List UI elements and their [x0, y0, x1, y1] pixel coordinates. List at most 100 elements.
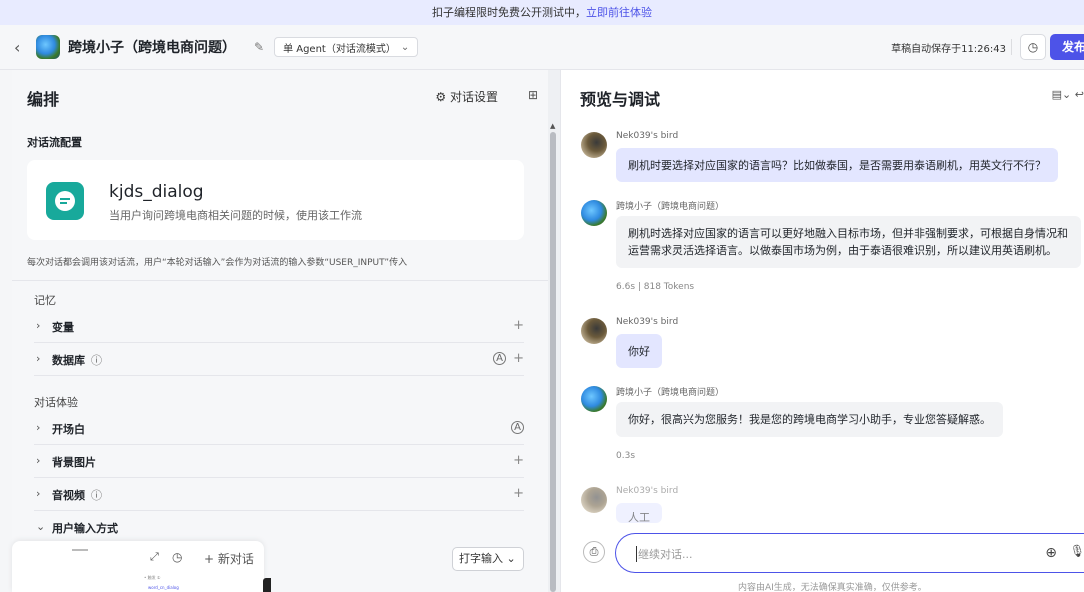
- plus-icon[interactable]: +: [513, 486, 524, 501]
- experience-item-opening[interactable]: › 开场白 A: [34, 413, 524, 445]
- message-line: 运营需求灵活选择语言。以做泰国市场为例，由于泰语很难识别，所以建议用英语刷机。: [628, 244, 1057, 257]
- chat-input-placeholder: 继续对话...: [636, 546, 693, 562]
- bot-avatar: [581, 200, 607, 226]
- input-mode-select[interactable]: 打字输入 ⌄: [452, 547, 524, 571]
- memory-item-database[interactable]: › 数据库 ⓘ A +: [34, 344, 524, 376]
- scrollbar[interactable]: ▲: [548, 70, 560, 592]
- expand-icon[interactable]: ⤢: [150, 550, 159, 564]
- panel-title: 编排: [27, 90, 60, 109]
- chevron-right-icon: ›: [36, 487, 41, 500]
- experience-item-label: 背景图片: [52, 456, 96, 469]
- mini-text: word_cn_dialog: [148, 585, 179, 590]
- bot-avatar: [581, 386, 607, 412]
- agent-mode-label: 单 Agent（对话流模式）: [283, 43, 396, 55]
- memory-item-label: 变量: [52, 321, 74, 334]
- memory-group-title: 记忆: [34, 294, 56, 307]
- workflow-desc: 当用户询问跨境电商相关问题的时候，使用该工作流: [109, 209, 362, 222]
- message-meta: 6.6s | 818 Tokens: [616, 282, 695, 292]
- agent-mode-select[interactable]: 单 Agent（对话流模式） ⌄: [274, 37, 419, 57]
- input-mode-value: 打字输入: [459, 552, 503, 565]
- experience-item-label: 开场白: [52, 423, 85, 436]
- top-banner: 扣子编程限时免费公开测试中，立即前往体验: [0, 0, 1084, 25]
- chevron-left-icon[interactable]: ‹: [14, 38, 32, 57]
- workflow-note: 每次对话都会调用该对话流，用户“本轮对话输入”会作为对话流的输入参数“USER_…: [27, 258, 408, 268]
- message-author: Nek039's bird: [616, 131, 679, 141]
- message-line: 刷机时选择对应国家的语言可以更好地融入目标市场，但并非强制要求，可根据自身情况和: [628, 227, 1068, 240]
- plus-icon[interactable]: +: [513, 351, 524, 366]
- message-author: 跨境小子（跨境电商问题）: [616, 388, 725, 398]
- chevron-right-icon: ›: [36, 454, 41, 467]
- workflow-name: kjds_dialog: [109, 182, 204, 202]
- experience-group-title: 对话体验: [34, 396, 78, 409]
- auto-icon[interactable]: A: [511, 421, 524, 434]
- edit-icon[interactable]: ✎: [254, 40, 264, 54]
- grid-icon[interactable]: ⊞: [528, 88, 538, 102]
- save-status: 草稿自动保存于11:26:43: [891, 44, 1006, 55]
- preview-tools[interactable]: ▤⌄ ↩: [1052, 88, 1084, 101]
- user-avatar: [581, 487, 607, 513]
- layout-icon[interactable]: ▤⌄: [1052, 88, 1072, 101]
- message-author: 跨境小子（跨境电商问题）: [616, 202, 725, 212]
- floating-chat-panel: ⤢ ◷ + 新对话 • 触发 ① word_cn_dialog: [12, 541, 264, 592]
- divider: [12, 280, 548, 281]
- message-bubble: 你好，很高兴为您服务！我是您的跨境电商学习小助手，专业您答疑解惑。: [616, 402, 1003, 437]
- history-icon: ◷: [1027, 40, 1039, 54]
- experience-item-text: 音视频: [52, 489, 85, 502]
- chevron-down-icon: ⌄: [400, 41, 410, 53]
- orchestration-panel: 编排 ⚙ 对话设置 ⊞ 对话流配置 kjds_dialog 当用户询问跨境电商相…: [12, 70, 548, 592]
- info-icon: ⓘ: [91, 489, 102, 502]
- chevron-right-icon: ›: [36, 319, 41, 332]
- dialog-settings-button[interactable]: ⚙ 对话设置: [435, 88, 498, 105]
- experience-item-av[interactable]: › 音视频 ⓘ +: [34, 479, 524, 511]
- clock-icon[interactable]: ◷: [172, 550, 182, 564]
- attachment-icon[interactable]: ⎙: [583, 541, 605, 563]
- user-avatar: [581, 132, 607, 158]
- experience-item-input-mode[interactable]: ⌄ 用户输入方式: [34, 512, 524, 544]
- workflow-section-title: 对话流配置: [27, 136, 82, 149]
- chevron-right-icon: ›: [36, 421, 41, 434]
- overlay-fragment: [263, 578, 271, 592]
- user-avatar: [581, 318, 607, 344]
- add-icon[interactable]: ⊕: [1045, 545, 1057, 561]
- memory-item-label: 数据库 ⓘ: [52, 352, 102, 368]
- divider: [1011, 39, 1012, 55]
- link-icon[interactable]: ↩: [1075, 88, 1084, 101]
- banner-text: 扣子编程限时免费公开测试中，: [432, 6, 586, 19]
- chevron-down-icon: ⌄: [506, 552, 516, 565]
- chevron-right-icon: ›: [36, 352, 41, 365]
- app-header: ‹ 跨境小子（跨境电商问题） ✎ 单 Agent（对话流模式） ⌄ 草稿自动保存…: [0, 25, 1084, 70]
- message-author: Nek039's bird: [616, 317, 679, 327]
- banner-link[interactable]: 立即前往体验: [586, 6, 652, 19]
- microphone-icon[interactable]: 🎙: [1070, 544, 1084, 558]
- chevron-down-icon: ⌄: [36, 520, 46, 533]
- preview-panel: 预览与调试 ▤⌄ ↩ Nek039's bird 刷机时要选择对应国家的语言吗？…: [560, 70, 1084, 592]
- scroll-up-icon[interactable]: ▲: [550, 122, 555, 130]
- chat-input[interactable]: 继续对话... ⊕ 🎙: [615, 533, 1084, 573]
- plus-icon[interactable]: +: [513, 453, 524, 468]
- publish-button[interactable]: 发布: [1050, 34, 1084, 60]
- experience-item-label: 音视频 ⓘ: [52, 487, 102, 503]
- message-author: Nek039's bird: [616, 486, 679, 496]
- memory-item-text: 数据库: [52, 354, 85, 367]
- experience-item-background[interactable]: › 背景图片 +: [34, 446, 524, 478]
- dialog-settings-label: 对话设置: [449, 90, 498, 104]
- experience-item-label: 用户输入方式: [52, 522, 118, 535]
- plus-icon[interactable]: +: [513, 318, 524, 333]
- drag-handle[interactable]: [72, 549, 88, 551]
- scroll-thumb[interactable]: [550, 132, 556, 592]
- history-button[interactable]: ◷: [1020, 34, 1046, 60]
- memory-item-variables[interactable]: › 变量 +: [34, 311, 524, 343]
- bot-avatar: [36, 35, 60, 59]
- bot-name: 跨境小子（跨境电商问题）: [68, 40, 236, 56]
- workflow-card[interactable]: kjds_dialog 当用户询问跨境电商相关问题的时候，使用该工作流: [27, 160, 524, 240]
- preview-title: 预览与调试: [580, 90, 661, 109]
- message-bubble: 刷机时选择对应国家的语言可以更好地融入目标市场，但并非强制要求，可根据自身情况和…: [616, 216, 1081, 268]
- mini-text: • 触发 ①: [144, 575, 161, 580]
- message-meta: 0.3s: [616, 451, 636, 461]
- settings-icon: ⚙: [435, 90, 450, 104]
- ai-disclaimer: 内容由AI生成，无法确保真实准确，仅供参考。: [738, 583, 927, 592]
- message-bubble: 你好: [616, 334, 662, 368]
- new-chat-button[interactable]: + 新对话: [204, 550, 254, 567]
- auto-icon[interactable]: A: [493, 352, 506, 365]
- message-bubble: 人工: [616, 503, 662, 523]
